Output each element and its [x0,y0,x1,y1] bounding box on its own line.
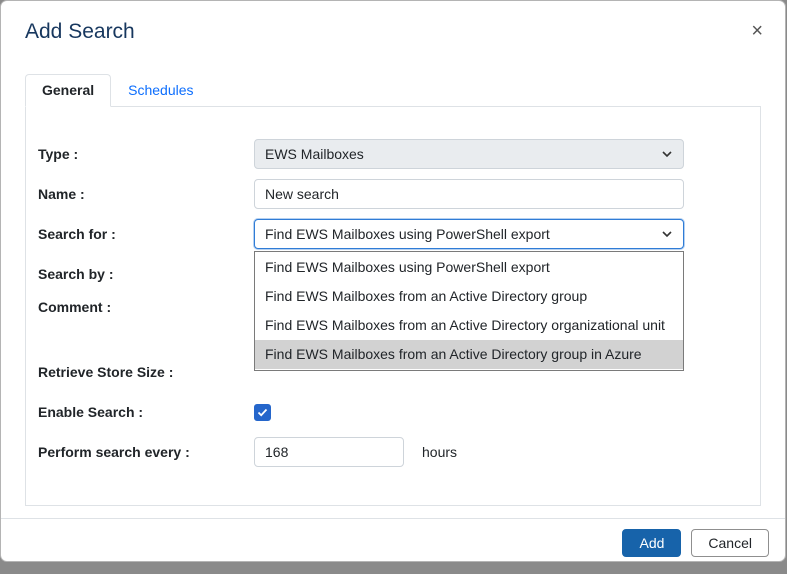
page-backdrop: Add Search × General Schedules Type : EW… [0,0,787,574]
form-row-search-for: Search for : Find EWS Mailboxes using Po… [38,219,748,249]
general-tab-panel: Type : EWS Mailboxes Name : Search for : [25,107,761,506]
type-label: Type : [38,146,254,162]
type-select[interactable]: EWS Mailboxes [254,139,684,169]
search-by-label: Search by : [38,266,254,282]
name-label: Name : [38,186,254,202]
check-icon [257,407,268,418]
search-for-label: Search for : [38,226,254,242]
enable-search-checkbox[interactable] [254,404,271,421]
dialog-title: Add Search [25,20,761,44]
chevron-down-icon [661,148,673,160]
type-select-value: EWS Mailboxes [265,146,364,162]
add-search-dialog: Add Search × General Schedules Type : EW… [0,0,786,562]
tab-general[interactable]: General [25,74,111,107]
add-button[interactable]: Add [622,529,681,557]
dropdown-option[interactable]: Find EWS Mailboxes from an Active Direct… [255,311,683,340]
chevron-down-icon [661,228,673,240]
dialog-footer: Add Cancel [1,518,785,567]
dropdown-option[interactable]: Find EWS Mailboxes using PowerShell expo… [255,253,683,282]
dropdown-option[interactable]: Find EWS Mailboxes from an Active Direct… [255,282,683,311]
close-icon[interactable]: × [751,21,763,41]
tab-schedules[interactable]: Schedules [111,74,210,107]
search-for-select-value: Find EWS Mailboxes using PowerShell expo… [265,226,550,242]
tab-bar: General Schedules [25,74,761,107]
form-row-name: Name : [38,179,748,209]
cancel-button[interactable]: Cancel [691,529,769,557]
form-row-type: Type : EWS Mailboxes [38,139,748,169]
comment-label: Comment : [38,299,254,315]
search-for-dropdown: Find EWS Mailboxes using PowerShell expo… [254,251,684,371]
dropdown-option-highlighted[interactable]: Find EWS Mailboxes from an Active Direct… [255,340,683,369]
hours-suffix: hours [422,444,457,460]
perform-search-every-input[interactable] [254,437,404,467]
dialog-header: Add Search × [1,1,785,44]
name-input[interactable] [254,179,684,209]
search-for-select[interactable]: Find EWS Mailboxes using PowerShell expo… [254,219,684,249]
retrieve-store-size-label: Retrieve Store Size : [38,364,254,380]
perform-search-every-label: Perform search every : [38,444,254,460]
form-row-enable-search: Enable Search : [38,397,748,427]
form-row-perform-search-every: Perform search every : hours [38,437,748,467]
enable-search-label: Enable Search : [38,404,254,420]
